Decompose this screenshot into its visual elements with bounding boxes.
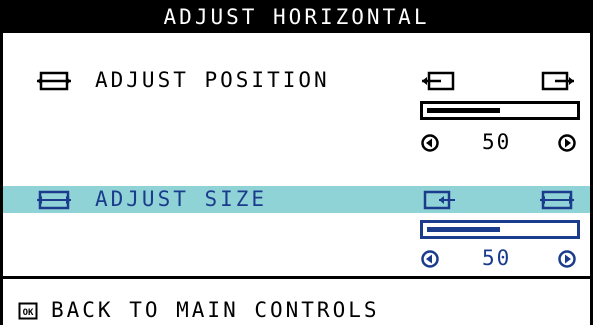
footer-divider [3,276,590,279]
h-size-icon [37,190,71,210]
ok-icon-text: OK [23,308,34,318]
position-value: 50 [482,130,512,154]
back-to-main-controls-label: BACK TO MAIN CONTROLS [51,298,380,322]
size-level-bar[interactable] [420,220,580,239]
menu-title: ADJUST HORIZONTAL [3,0,590,33]
expand-icon[interactable] [539,190,575,210]
decrease-icon[interactable] [421,250,439,268]
menu-title-text: ADJUST HORIZONTAL [163,4,430,29]
size-level-fill [427,227,500,232]
decrease-icon[interactable] [421,134,439,152]
selection-highlight [3,186,590,213]
ok-icon: OK [18,302,38,320]
shift-left-icon[interactable] [421,71,457,91]
position-level-fill [427,108,500,113]
shrink-icon[interactable] [421,190,457,210]
increase-icon[interactable] [558,134,576,152]
position-level-bar[interactable] [420,101,580,120]
increase-icon[interactable] [558,250,576,268]
h-position-icon [37,71,71,91]
adjust-position-label: ADJUST POSITION [95,68,330,92]
shift-right-icon[interactable] [539,71,575,91]
osd-menu: ADJUST HORIZONTAL ADJUST POSITION 50 ADJ… [0,0,593,325]
size-value: 50 [482,246,512,270]
adjust-size-label: ADJUST SIZE [95,187,268,211]
